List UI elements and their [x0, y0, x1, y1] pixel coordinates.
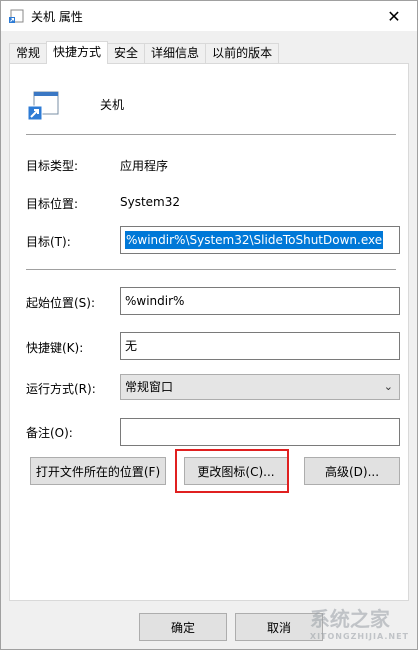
shortcut-panel: 关机 目标类型: 应用程序 目标位置: System32 目标(T): %win…	[9, 63, 409, 601]
run-mode-label: 运行方式(R):	[26, 382, 96, 396]
target-location-value: System32	[120, 195, 181, 209]
open-file-location-button[interactable]: 打开文件所在的位置(F)	[30, 457, 166, 485]
target-input[interactable]: %windir%\System32\SlideToShutDown.exe	[120, 226, 400, 254]
target-type-value: 应用程序	[120, 159, 169, 173]
target-location-label: 目标位置:	[26, 197, 79, 211]
run-mode-select[interactable]: 常规窗口 ⌄	[120, 374, 400, 400]
hotkey-input[interactable]: 无	[120, 332, 400, 360]
separator	[26, 134, 396, 135]
watermark-text: 系统之家	[309, 607, 390, 631]
properties-window: 关机 属性 ✕ 常规 快捷方式 安全 详细信息 以前的版本 关机 目标类型: 应…	[0, 0, 418, 650]
tab-details[interactable]: 详细信息	[144, 43, 207, 64]
comment-label: 备注(O):	[26, 426, 73, 440]
window-title: 关机 属性	[31, 10, 83, 24]
target-label: 目标(T):	[26, 235, 71, 249]
tab-bar: 常规 快捷方式 安全 详细信息 以前的版本	[9, 41, 280, 64]
watermark-subtext: XITONGZHIJIA.NET	[309, 632, 409, 641]
title-bar: 关机 属性 ✕	[1, 1, 417, 31]
close-button[interactable]: ✕	[371, 1, 417, 31]
close-icon: ✕	[387, 6, 401, 26]
site-watermark: 系统之家 XITONGZHIJIA.NET	[310, 603, 409, 641]
change-icon-highlight-box	[175, 449, 289, 493]
tab-shortcut[interactable]: 快捷方式	[46, 41, 109, 64]
start-in-input[interactable]: %windir%	[120, 287, 400, 315]
run-mode-value: 常规窗口	[125, 380, 174, 394]
hotkey-label: 快捷键(K):	[26, 341, 84, 355]
shortcut-file-icon	[9, 9, 24, 23]
shortcut-app-icon	[27, 91, 59, 121]
tab-previous-versions[interactable]: 以前的版本	[205, 43, 280, 64]
separator	[26, 269, 396, 270]
target-input-selected-text: %windir%\System32\SlideToShutDown.exe	[125, 231, 384, 249]
comment-input[interactable]	[120, 418, 400, 446]
chevron-down-icon: ⌄	[383, 380, 393, 393]
shortcut-name: 关机	[100, 98, 125, 112]
tab-security[interactable]: 安全	[107, 43, 146, 64]
start-in-label: 起始位置(S):	[26, 296, 96, 310]
target-type-label: 目标类型:	[26, 159, 79, 173]
ok-button[interactable]: 确定	[139, 613, 227, 641]
tab-general[interactable]: 常规	[9, 43, 48, 64]
advanced-button[interactable]: 高级(D)...	[304, 457, 400, 485]
